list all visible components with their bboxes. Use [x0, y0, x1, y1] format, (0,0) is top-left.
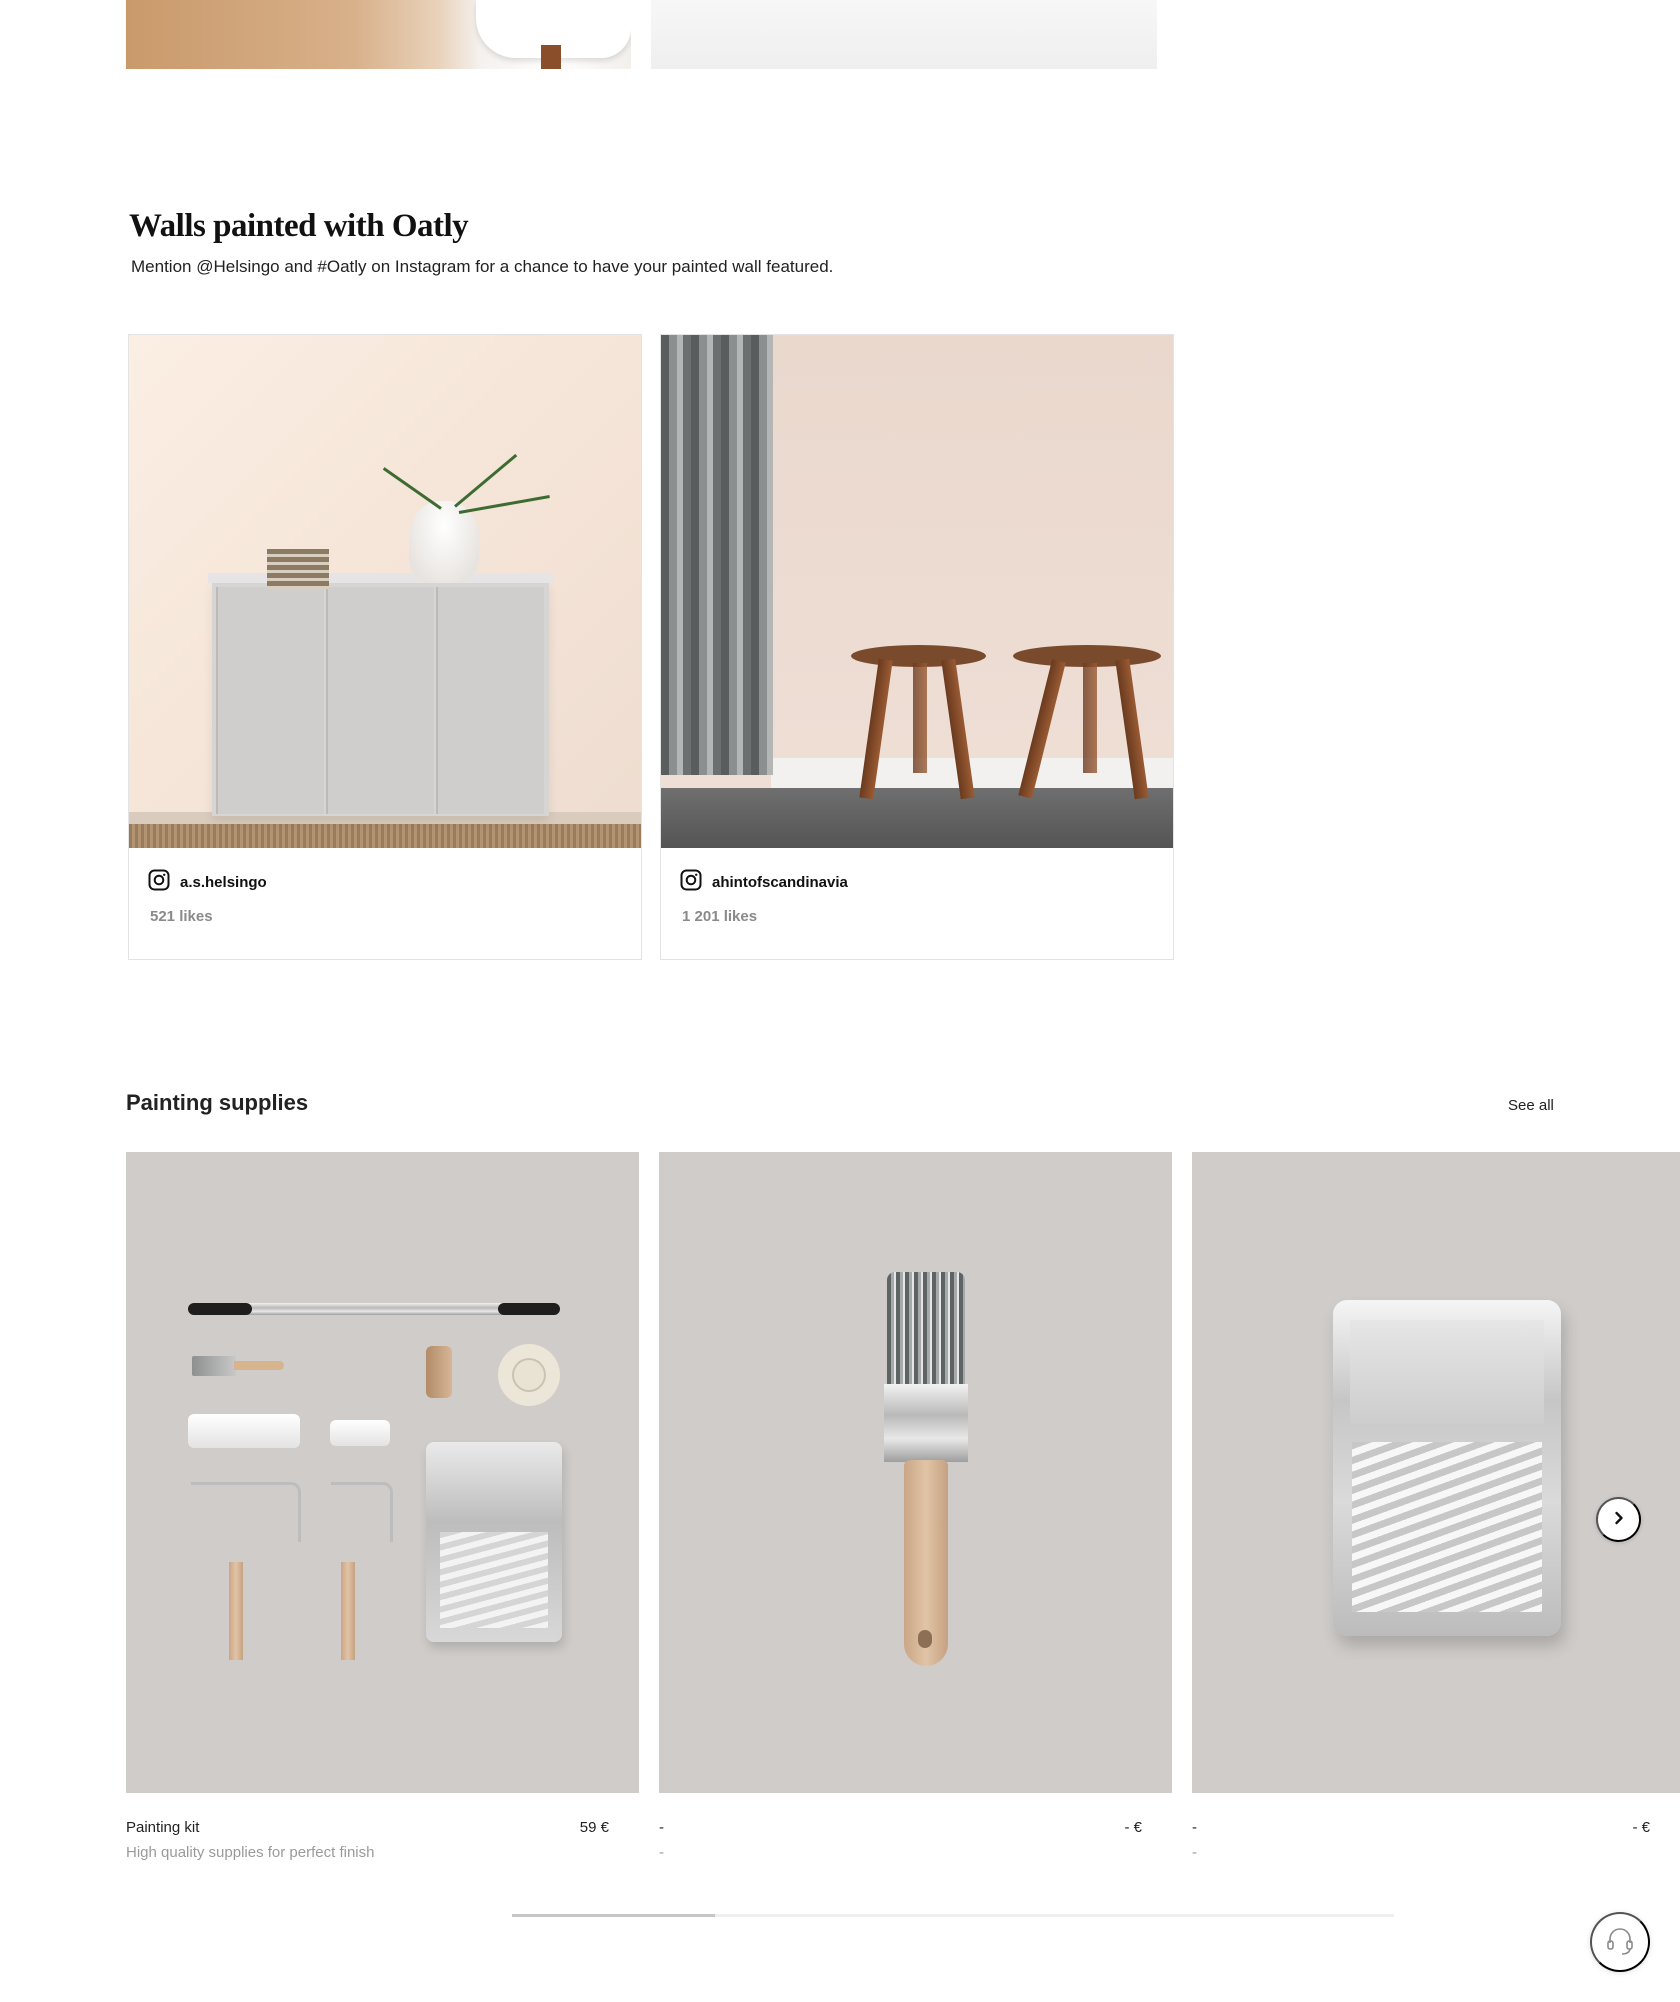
gallery-subtitle: Mention @Helsingo and #Oatly on Instagra… [131, 257, 834, 276]
product-price: 59 € [579, 1819, 609, 1836]
instagram-icon [148, 869, 170, 896]
instagram-post-photo[interactable] [129, 335, 641, 848]
instagram-post-photo[interactable] [661, 335, 1173, 848]
product-image[interactable] [1192, 1152, 1680, 1793]
vase [409, 501, 479, 583]
product-description: - [659, 1844, 664, 1861]
like-count: 1 201 likes [682, 908, 758, 925]
product-price: - € [1632, 1819, 1650, 1836]
product-card[interactable]: - - € - [659, 1152, 1172, 1861]
product-image[interactable] [126, 1152, 639, 1793]
product-description: High quality supplies for perfect finish [126, 1844, 375, 1861]
instagram-handle[interactable]: ahintofscandinavia [712, 874, 848, 891]
section-title: Painting supplies [126, 1090, 309, 1115]
bedroom-image[interactable] [126, 0, 631, 69]
instagram-post-card[interactable]: a.s.helsingo 521 likes [128, 334, 642, 960]
product-card[interactable]: Painting kit 59 € High quality supplies … [126, 1152, 639, 1861]
room-image[interactable] [651, 0, 1157, 69]
instagram-handle[interactable]: a.s.helsingo [180, 874, 267, 891]
product-name[interactable]: Painting kit [126, 1819, 199, 1836]
curtain [661, 335, 773, 775]
like-count: 521 likes [150, 908, 213, 925]
sideboard [208, 573, 553, 816]
instagram-icon [680, 869, 702, 896]
product-image[interactable] [659, 1152, 1172, 1793]
bed-leg [541, 45, 561, 69]
see-all-link[interactable]: See all [1508, 1097, 1554, 1114]
carousel-next-button[interactable] [1596, 1497, 1641, 1542]
instagram-post-card[interactable]: ahintofscandinavia 1 201 likes [660, 334, 1174, 960]
product-description: - [1192, 1844, 1197, 1861]
carousel-scroll-thumb[interactable] [512, 1914, 715, 1917]
carousel-scrollbar[interactable] [512, 1914, 1394, 1917]
product-name[interactable]: - [659, 1819, 664, 1836]
product-name[interactable]: - [1192, 1819, 1197, 1836]
product-price: - € [1124, 1819, 1142, 1836]
book-stack [267, 549, 329, 589]
customer-support-button[interactable] [1590, 1912, 1650, 1972]
gallery-title: Walls painted with Oatly [129, 208, 469, 244]
chevron-right-icon [1612, 1511, 1626, 1528]
headset-icon [1603, 1924, 1637, 1961]
